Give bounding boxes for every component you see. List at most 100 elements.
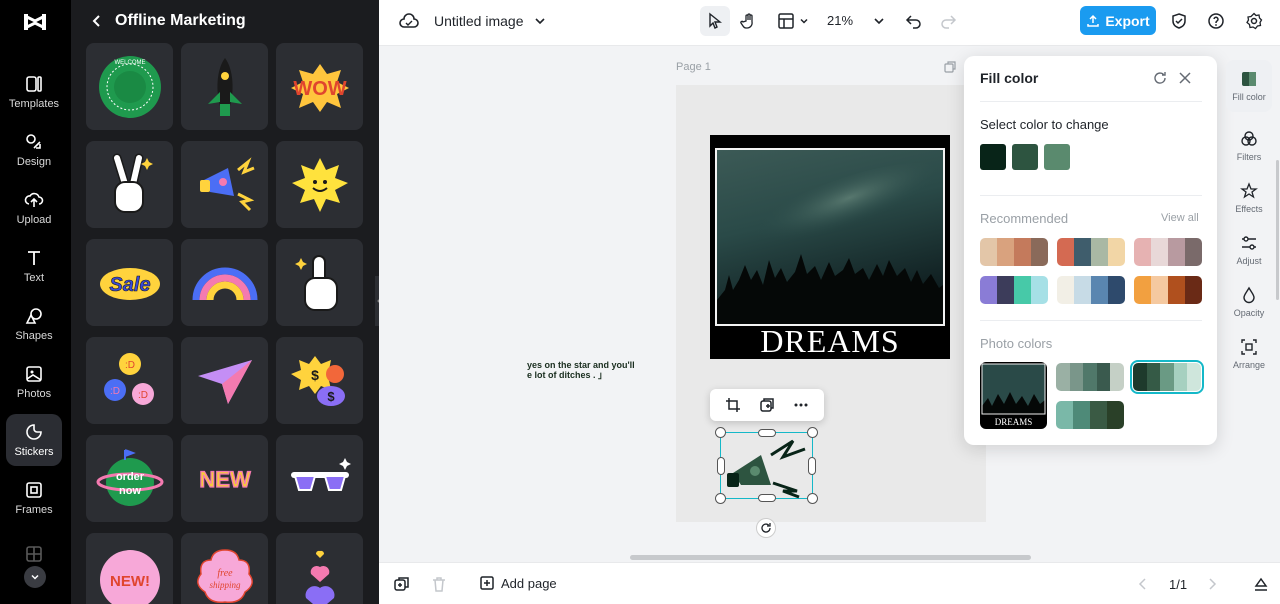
resize-handle-n[interactable] — [758, 429, 776, 437]
sticker-rainbow[interactable] — [181, 239, 268, 326]
undo-button[interactable] — [899, 6, 929, 36]
recommended-palette[interactable] — [1134, 276, 1202, 304]
rail-item-upload[interactable]: Upload — [6, 182, 62, 234]
layout-dropdown[interactable] — [777, 12, 809, 30]
cloud-sync-button[interactable] — [399, 12, 419, 30]
rr-effects[interactable]: Effects — [1226, 172, 1272, 224]
rotate-handle[interactable] — [756, 518, 776, 538]
sticker-sunglasses[interactable] — [276, 435, 363, 522]
palette-color — [1091, 238, 1108, 266]
undo-icon — [905, 15, 921, 29]
zoom-dropdown[interactable]: 21% — [827, 13, 885, 28]
shield-button[interactable] — [1164, 6, 1194, 36]
rail-collapse-button[interactable] — [24, 566, 46, 588]
sticker-paper-plane[interactable] — [181, 337, 268, 424]
recommended-palette[interactable] — [980, 276, 1048, 304]
shield-icon — [1172, 13, 1186, 29]
filters-icon — [1241, 131, 1257, 146]
sticker-order-now[interactable]: order now — [86, 435, 173, 522]
resize-handle-w[interactable] — [717, 457, 725, 475]
rr-opacity[interactable]: Opacity — [1226, 276, 1272, 328]
sticker-megaphone[interactable] — [181, 141, 268, 228]
poster-image[interactable]: DREAMS — [710, 135, 950, 359]
close-icon[interactable] — [1177, 70, 1193, 86]
recommended-palette[interactable] — [980, 238, 1048, 266]
rail-label: Text — [23, 272, 45, 284]
pages-overview-icon[interactable] — [1252, 575, 1270, 593]
recommended-palette[interactable] — [1057, 276, 1125, 304]
help-button[interactable] — [1201, 6, 1231, 36]
crop-icon[interactable] — [725, 397, 741, 413]
sticker-smileys[interactable]: :D:D:D — [86, 337, 173, 424]
resize-handle-sw[interactable] — [715, 493, 726, 504]
sticker-free-shipping[interactable]: free shipping — [181, 533, 268, 604]
photo-palette[interactable] — [1056, 401, 1124, 429]
more-icon[interactable] — [793, 397, 809, 413]
page-counter: 1/1 — [1169, 577, 1188, 592]
recommended-palette[interactable] — [1057, 238, 1125, 266]
rail-item-photos[interactable]: Photos — [6, 356, 62, 408]
sticker-sale[interactable]: Sale — [86, 239, 173, 326]
rail-item-text[interactable]: Text — [6, 240, 62, 292]
layout-icon — [778, 13, 794, 29]
select-tool-button[interactable] — [700, 6, 730, 36]
welcome-sticker-icon: WELCOME — [98, 55, 161, 118]
duplicate-icon[interactable] — [759, 397, 775, 413]
sticker-dollars[interactable]: $ $ — [276, 337, 363, 424]
quote-text[interactable]: yes on the star and you'll e lot of ditc… — [527, 360, 687, 380]
view-all-link[interactable]: View all — [1161, 212, 1199, 224]
resize-handle-s[interactable] — [758, 494, 776, 502]
reset-icon[interactable] — [1152, 70, 1168, 86]
sticker-new[interactable]: NEW — [181, 435, 268, 522]
doc-title-dropdown[interactable]: Untitled image — [434, 13, 546, 29]
resize-handle-ne[interactable] — [807, 427, 818, 438]
color-swatch[interactable] — [980, 144, 1006, 170]
rr-adjust[interactable]: Adjust — [1226, 224, 1272, 276]
redo-button[interactable] — [933, 6, 963, 36]
sticker-peace-hand[interactable] — [86, 141, 173, 228]
selected-megaphone-sticker[interactable] — [715, 427, 818, 504]
fill-color-icon — [1242, 72, 1256, 86]
photo-palette[interactable] — [1130, 360, 1204, 394]
trash-icon[interactable] — [430, 575, 448, 593]
add-page-button[interactable]: Add page — [479, 575, 557, 591]
rail-item-templates[interactable]: Templates — [6, 66, 62, 118]
duplicate-page-icon[interactable] — [393, 575, 411, 593]
sticker-sun-face[interactable] — [276, 141, 363, 228]
resize-handle-e[interactable] — [808, 457, 816, 475]
back-arrow-icon[interactable] — [89, 13, 105, 29]
rail-item-frames[interactable]: Frames — [6, 472, 62, 524]
palette-color — [1107, 401, 1124, 429]
sticker-thumbs-up[interactable] — [276, 239, 363, 326]
resize-handle-se[interactable] — [807, 493, 818, 504]
photo-color-original[interactable]: DREAMS — [980, 362, 1047, 429]
rr-arrange[interactable]: Arrange — [1226, 328, 1272, 380]
sticker-new-badge[interactable]: NEW! — [86, 533, 173, 604]
duplicate-page-icon[interactable] — [943, 60, 957, 74]
sticker-welcome[interactable]: WELCOME — [86, 43, 173, 130]
sticker-rocket[interactable] — [181, 43, 268, 130]
rail-item-design[interactable]: Design — [6, 124, 62, 176]
horizontal-scrollbar[interactable] — [630, 555, 1031, 560]
rocket-icon — [207, 57, 242, 116]
recommended-palette[interactable] — [1134, 238, 1202, 266]
rr-filters[interactable]: Filters — [1226, 120, 1272, 172]
chevron-right-icon[interactable] — [1203, 575, 1221, 593]
color-swatch[interactable] — [1012, 144, 1038, 170]
vertical-scrollbar[interactable] — [1276, 160, 1279, 300]
rail-item-shapes[interactable]: Shapes — [6, 298, 62, 350]
rr-fill-color[interactable]: Fill color — [1226, 60, 1272, 112]
hand-tool-button[interactable] — [734, 6, 764, 36]
export-button[interactable]: Export — [1080, 6, 1156, 35]
panel-header[interactable]: Offline Marketing — [89, 10, 246, 32]
night-sky-photo — [715, 148, 945, 326]
sticker-wow[interactable]: WOW — [276, 43, 363, 130]
sticker-hearts[interactable] — [276, 533, 363, 604]
rail-item-stickers[interactable]: Stickers — [6, 414, 62, 466]
chevron-left-icon[interactable] — [1134, 575, 1152, 593]
color-swatch[interactable] — [1044, 144, 1070, 170]
capcut-logo[interactable] — [22, 10, 48, 34]
photo-palette[interactable] — [1056, 363, 1124, 391]
settings-button[interactable] — [1239, 6, 1269, 36]
resize-handle-nw[interactable] — [715, 427, 726, 438]
